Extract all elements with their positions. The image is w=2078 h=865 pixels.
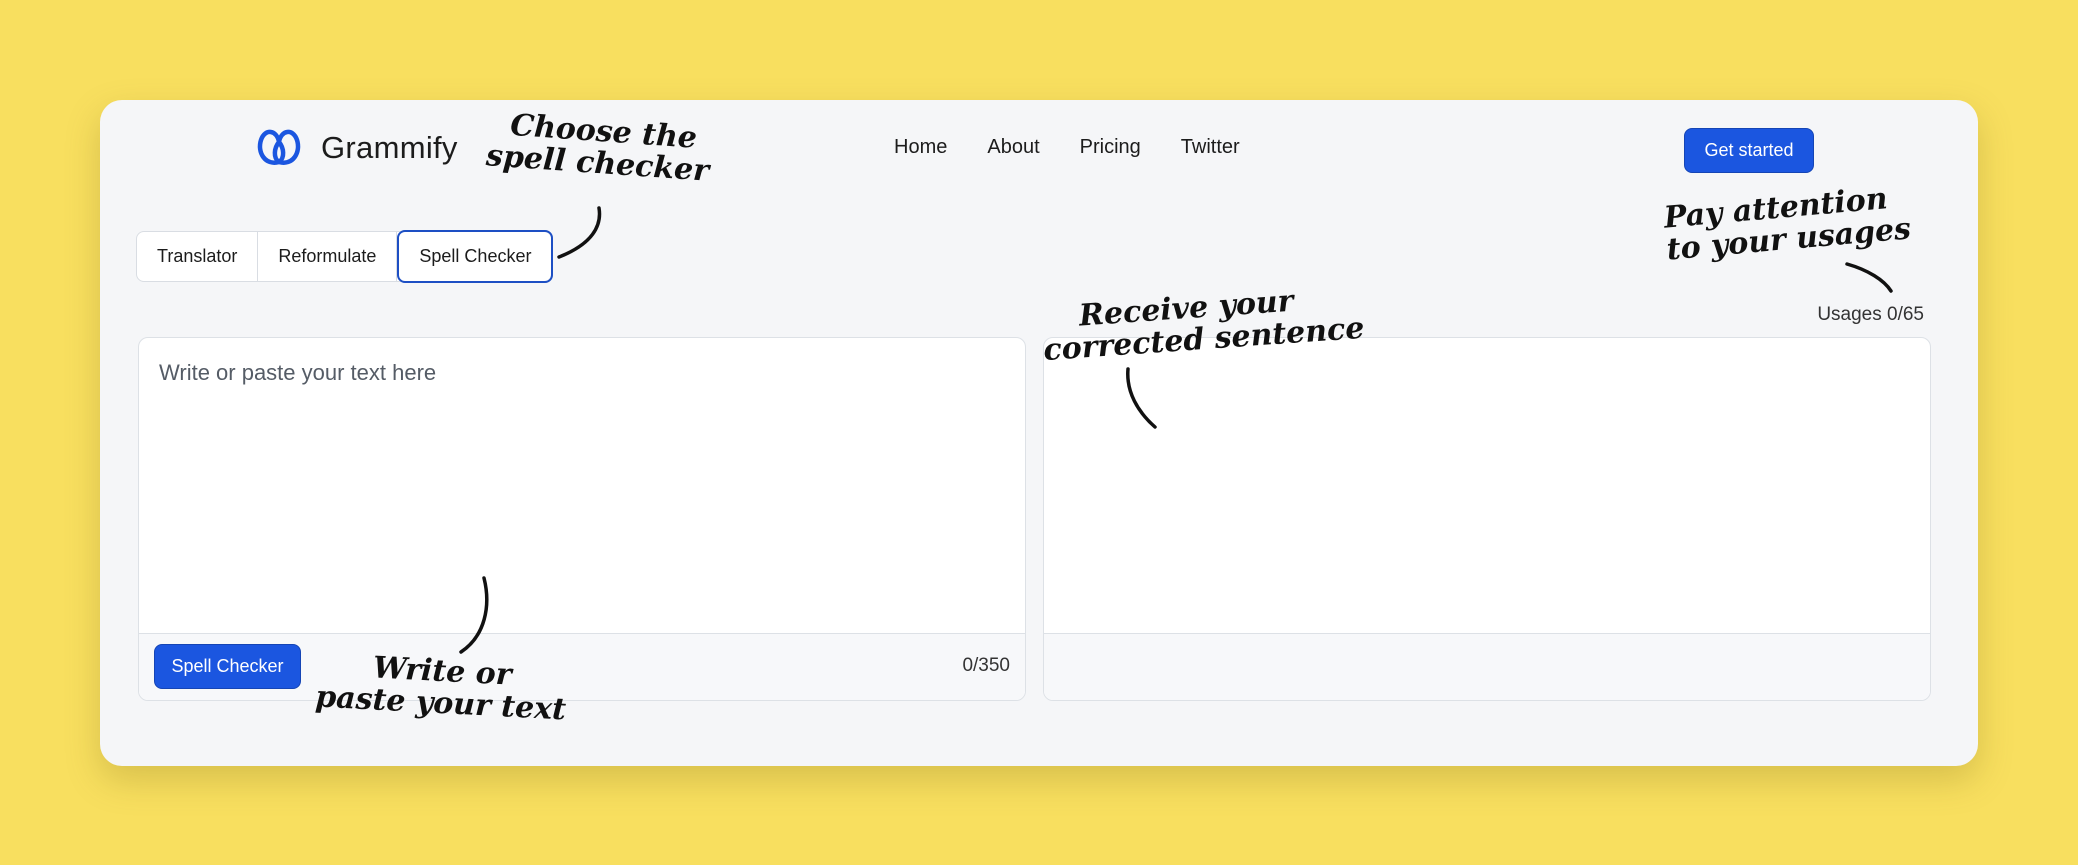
- annotation-write: Write or paste your text: [314, 649, 568, 727]
- char-counter: 0/350: [962, 655, 1010, 676]
- input-panel: Spell Checker 0/350: [138, 337, 1026, 701]
- text-input[interactable]: [139, 338, 1025, 633]
- output-panel-footer: [1044, 633, 1930, 700]
- tool-tabs: Translator Reformulate Spell Checker: [136, 230, 554, 283]
- tab-spell-checker[interactable]: Spell Checker: [397, 230, 554, 283]
- double-loop-logo-icon: [255, 126, 303, 170]
- spell-checker-button[interactable]: Spell Checker: [154, 644, 301, 689]
- corrected-output[interactable]: [1044, 338, 1930, 633]
- nav-item-twitter[interactable]: Twitter: [1181, 136, 1240, 159]
- main-nav: Home About Pricing Twitter: [894, 136, 1240, 159]
- input-panel-footer: Spell Checker 0/350: [139, 633, 1025, 700]
- tab-translator[interactable]: Translator: [137, 232, 259, 281]
- output-panel: [1043, 337, 1931, 701]
- tab-reformulate[interactable]: Reformulate: [258, 232, 398, 281]
- usages-counter: Usages 0/65: [1817, 304, 1924, 325]
- get-started-button[interactable]: Get started: [1684, 128, 1814, 173]
- nav-item-about[interactable]: About: [987, 136, 1039, 159]
- brand-logo[interactable]: Grammify: [255, 126, 458, 170]
- nav-item-pricing[interactable]: Pricing: [1080, 136, 1141, 159]
- brand-name: Grammify: [321, 130, 458, 165]
- nav-item-home[interactable]: Home: [894, 136, 947, 159]
